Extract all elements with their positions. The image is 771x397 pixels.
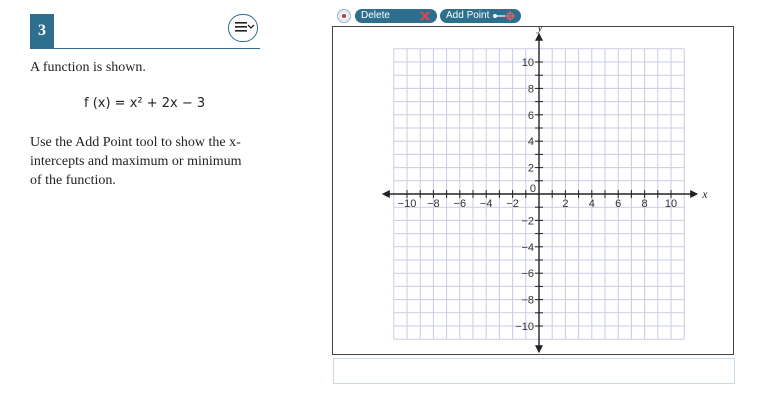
x-axis-arrow-left — [381, 190, 390, 198]
menu-icon — [235, 22, 255, 32]
x-tick-label: −4 — [480, 198, 493, 210]
add-point-icon — [493, 11, 515, 21]
x-tick-label: 8 — [642, 198, 648, 210]
y-tick-label: −8 — [521, 295, 534, 307]
coordinate-plane[interactable]: −10 −8 −6 −4 −2 0 2 4 6 8 10 10 8 6 4 2 −2 −4 −6 −8 −10 x y — [333, 27, 733, 354]
x-tick-label: 0 — [530, 183, 536, 195]
y-tick-label: −6 — [521, 268, 534, 280]
y-tick-label: 8 — [528, 83, 534, 95]
y-axis-label: y — [536, 27, 543, 34]
x-tick-label: −8 — [427, 198, 440, 210]
x-tick-label: 6 — [615, 198, 621, 210]
delete-label: Delete — [361, 10, 390, 21]
y-tick-label: 6 — [528, 110, 534, 122]
question-instructions: Use the Add Point tool to show the x-int… — [30, 135, 242, 188]
y-tick-label: −2 — [521, 215, 534, 227]
x-axis-arrow-right — [690, 190, 699, 198]
y-tick-label: 10 — [522, 57, 534, 69]
y-axis-arrow-up — [535, 32, 543, 41]
y-tick-label: −4 — [521, 242, 534, 254]
function-formula: f (x) = x² + 2x − 3 — [84, 96, 206, 111]
question-header-rule — [30, 48, 260, 49]
graph-frame[interactable]: −10 −8 −6 −4 −2 0 2 4 6 8 10 10 8 6 4 2 −2 −4 −6 −8 −10 x y — [332, 26, 734, 355]
answer-response-box[interactable] — [333, 358, 735, 384]
x-tick-label: −2 — [506, 198, 519, 210]
add-point-label: Add Point — [446, 10, 490, 21]
x-axis-label: x — [701, 187, 708, 201]
add-point-button[interactable]: Add Point — [440, 9, 521, 23]
x-tick-label: 4 — [589, 198, 595, 210]
x-tick-label: 2 — [562, 198, 568, 210]
y-tick-label: 4 — [528, 136, 534, 148]
question-menu-button[interactable] — [228, 14, 258, 42]
x-tick-label: 10 — [665, 198, 677, 210]
y-tick-label: 2 — [528, 163, 534, 175]
question-number-badge: 3 — [30, 14, 54, 48]
y-axis-arrow-down — [535, 345, 543, 354]
y-tick-label: −10 — [515, 321, 534, 333]
delete-x-icon — [420, 11, 430, 21]
x-tick-label: −10 — [398, 198, 417, 210]
tool-close-button[interactable] — [337, 9, 351, 23]
x-tick-label: −6 — [454, 198, 467, 210]
delete-button[interactable]: Delete — [355, 9, 437, 23]
question-prompt: A function is shown. — [30, 60, 146, 75]
